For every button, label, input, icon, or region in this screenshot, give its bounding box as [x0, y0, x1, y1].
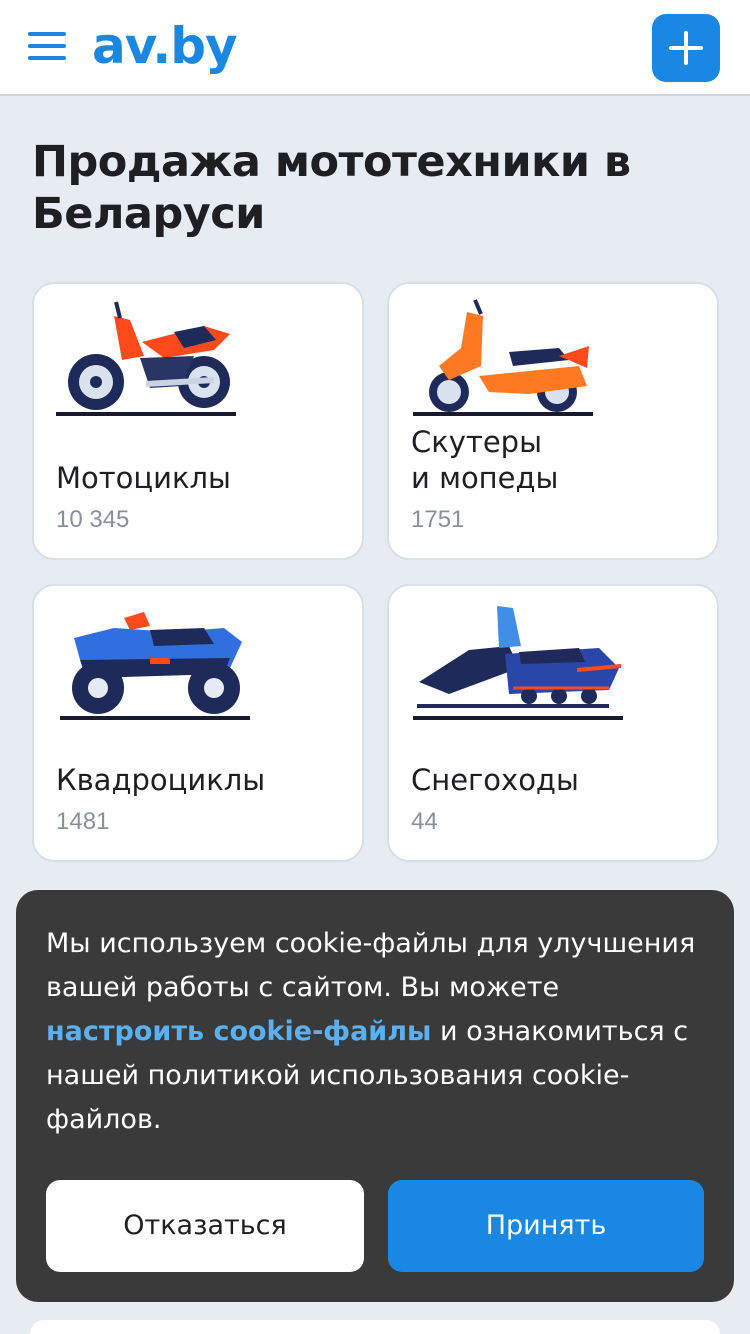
cookie-banner: Мы используем cookie-файлы для улучшения… — [16, 890, 734, 1302]
cookie-message: Мы используем cookie-файлы для улучшения… — [46, 922, 706, 1142]
category-count: 1751 — [411, 506, 465, 533]
snowmobile-icon — [413, 606, 623, 720]
plus-icon — [669, 31, 703, 65]
category-count: 44 — [411, 808, 438, 835]
cookie-settings-link[interactable]: настроить cookie-файлы — [46, 1016, 431, 1047]
category-count: 10 345 — [56, 506, 130, 533]
category-card-snowmobiles[interactable]: Снегоходы 44 — [387, 584, 719, 862]
category-card-motorcycles[interactable]: Мотоциклы 10 345 — [32, 282, 364, 560]
hamburger-menu-icon[interactable] — [28, 28, 68, 64]
accept-cookies-button[interactable]: Принять — [388, 1180, 704, 1272]
category-name: Мотоциклы — [56, 461, 231, 495]
category-name: Снегоходы — [411, 763, 579, 797]
add-listing-button[interactable] — [652, 14, 720, 82]
header: av.by — [0, 0, 750, 96]
cookie-text-part-1: Мы используем cookie-файлы для улучшения… — [46, 928, 696, 1003]
category-card-atvs[interactable]: Квадроциклы 1481 — [32, 584, 364, 862]
motorcycle-icon — [56, 301, 236, 416]
logo[interactable]: av.by — [92, 14, 238, 78]
page-title: Продажа мототехники в Беларуси — [32, 137, 631, 239]
category-name: Скутеры и мопеды — [411, 425, 559, 495]
category-name: Квадроциклы — [56, 763, 266, 797]
content-card — [30, 1320, 720, 1334]
decline-cookies-button[interactable]: Отказаться — [46, 1180, 364, 1272]
category-card-scooters[interactable]: Скутеры и мопеды 1751 — [387, 282, 719, 560]
scooter-icon — [413, 299, 593, 416]
atv-icon — [60, 612, 250, 720]
category-count: 1481 — [56, 808, 110, 835]
